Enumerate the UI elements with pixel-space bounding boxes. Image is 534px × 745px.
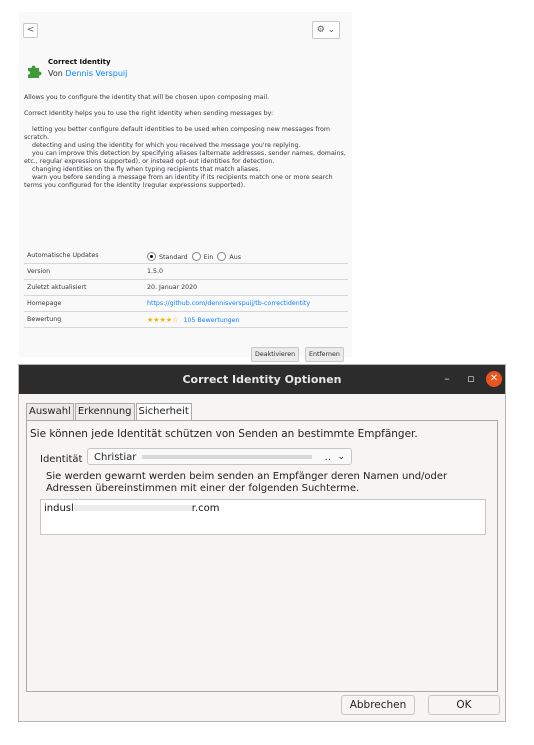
cancel-button[interactable]: Abbrechen <box>341 695 415 715</box>
rating-row: Bewertung ★★★★☆ 105 Bewertungen <box>24 312 348 328</box>
tab-bar: Auswahl Erkennung Sicherheit <box>26 403 193 420</box>
chevron-down-icon: ⌄ <box>337 452 345 462</box>
addon-title: Correct Identity <box>48 58 111 66</box>
gear-menu-button[interactable]: ⚙ ⌄ <box>312 21 340 39</box>
feature-line: changing identities on the fly when typi… <box>24 166 261 173</box>
tab-sicherheit[interactable]: Sicherheit <box>135 403 192 420</box>
radio-standard-label: Standard <box>159 254 188 261</box>
back-button[interactable]: < <box>23 23 38 38</box>
security-intro: Sie können jede Identität schützen von S… <box>30 428 418 440</box>
version-label: Version <box>27 268 51 275</box>
tab-erkennung[interactable]: Erkennung <box>74 403 135 420</box>
updates-row: Automatische Updates Standard Ein Aus <box>24 248 348 264</box>
rating-stars-icon: ★★★★☆ <box>147 316 179 324</box>
search-terms-textarea[interactable]: indusl r.com <box>40 499 486 535</box>
title-bar[interactable]: Correct Identity Optionen – ▫ ✕ <box>19 365 505 394</box>
addon-details-panel: < ⚙ ⌄ Correct Identity Von Dennis Verspu… <box>19 12 352 362</box>
radio-off-label: Aus <box>229 254 242 261</box>
radio-standard[interactable] <box>147 252 156 261</box>
identity-suffix: .. <box>324 452 331 463</box>
maximize-icon[interactable]: ▫ <box>463 371 479 387</box>
updated-value: 20. Januar 2020 <box>147 284 198 291</box>
author-link[interactable]: Dennis Verspuij <box>65 69 127 78</box>
identity-label: Identität <box>40 454 83 465</box>
radio-off[interactable] <box>217 252 227 261</box>
options-dialog: Correct Identity Optionen – ▫ ✕ Auswahl … <box>18 364 506 722</box>
radio-on-label: Ein <box>203 254 214 261</box>
dialog-title: Correct Identity Optionen <box>182 373 342 386</box>
addon-intro: Correct Identity helps you to use the ri… <box>24 110 274 117</box>
radio-on[interactable] <box>191 252 201 261</box>
chevron-left-icon: < <box>26 25 35 35</box>
feature-line: you can improve this detection by specif… <box>24 150 348 165</box>
author-prefix: Von <box>48 69 63 78</box>
addon-description: Allows you to configure the identity tha… <box>24 94 346 190</box>
close-icon[interactable]: ✕ <box>486 371 502 387</box>
version-row: Version 1.5.0 <box>24 264 348 280</box>
security-panel: Sie können jede Identität schützen von S… <box>26 420 498 692</box>
addon-summary: Allows you to configure the identity tha… <box>24 94 270 101</box>
version-value: 1.5.0 <box>147 268 164 275</box>
remove-button[interactable]: Entfernen <box>305 347 344 362</box>
puzzle-icon <box>28 65 42 78</box>
homepage-link[interactable]: https://github.com/dennisverspuij/tb-cor… <box>147 300 310 307</box>
updated-label: Zuletzt aktualisiert <box>27 284 87 291</box>
terms-suffix: r.com <box>191 503 220 514</box>
addon-properties: Automatische Updates Standard Ein Aus Ve… <box>24 248 348 328</box>
rating-label: Bewertung <box>27 316 62 323</box>
disable-button[interactable]: Deaktivieren <box>251 347 300 362</box>
identity-value: Christiar <box>94 452 137 463</box>
homepage-row: Homepage https://github.com/dennisverspu… <box>24 296 348 312</box>
updates-options: Standard Ein Aus <box>147 252 241 261</box>
homepage-label: Homepage <box>27 300 62 307</box>
updates-label: Automatische Updates <box>27 252 99 259</box>
gear-icon: ⚙ ⌄ <box>316 25 336 35</box>
ok-button[interactable]: OK <box>428 695 500 715</box>
updated-row: Zuletzt aktualisiert 20. Januar 2020 <box>24 280 348 296</box>
minimize-icon[interactable]: – <box>439 371 455 387</box>
reviews-link[interactable]: 105 Bewertungen <box>183 317 239 324</box>
redacted-text <box>73 505 192 511</box>
addon-author: Von Dennis Verspuij <box>48 69 127 78</box>
identity-select[interactable]: Christiar .. ⌄ <box>87 448 352 465</box>
terms-prefix: indusl <box>44 503 74 514</box>
feature-line: detecting and using the identity for whi… <box>24 142 301 149</box>
feature-line: letting you better configure default ide… <box>24 126 333 141</box>
redacted-text <box>142 455 313 459</box>
feature-line: warn you before sending a message from a… <box>24 174 335 189</box>
tab-auswahl[interactable]: Auswahl <box>26 403 74 420</box>
warning-text: Sie werden gewarnt werden beim senden an… <box>46 471 448 494</box>
